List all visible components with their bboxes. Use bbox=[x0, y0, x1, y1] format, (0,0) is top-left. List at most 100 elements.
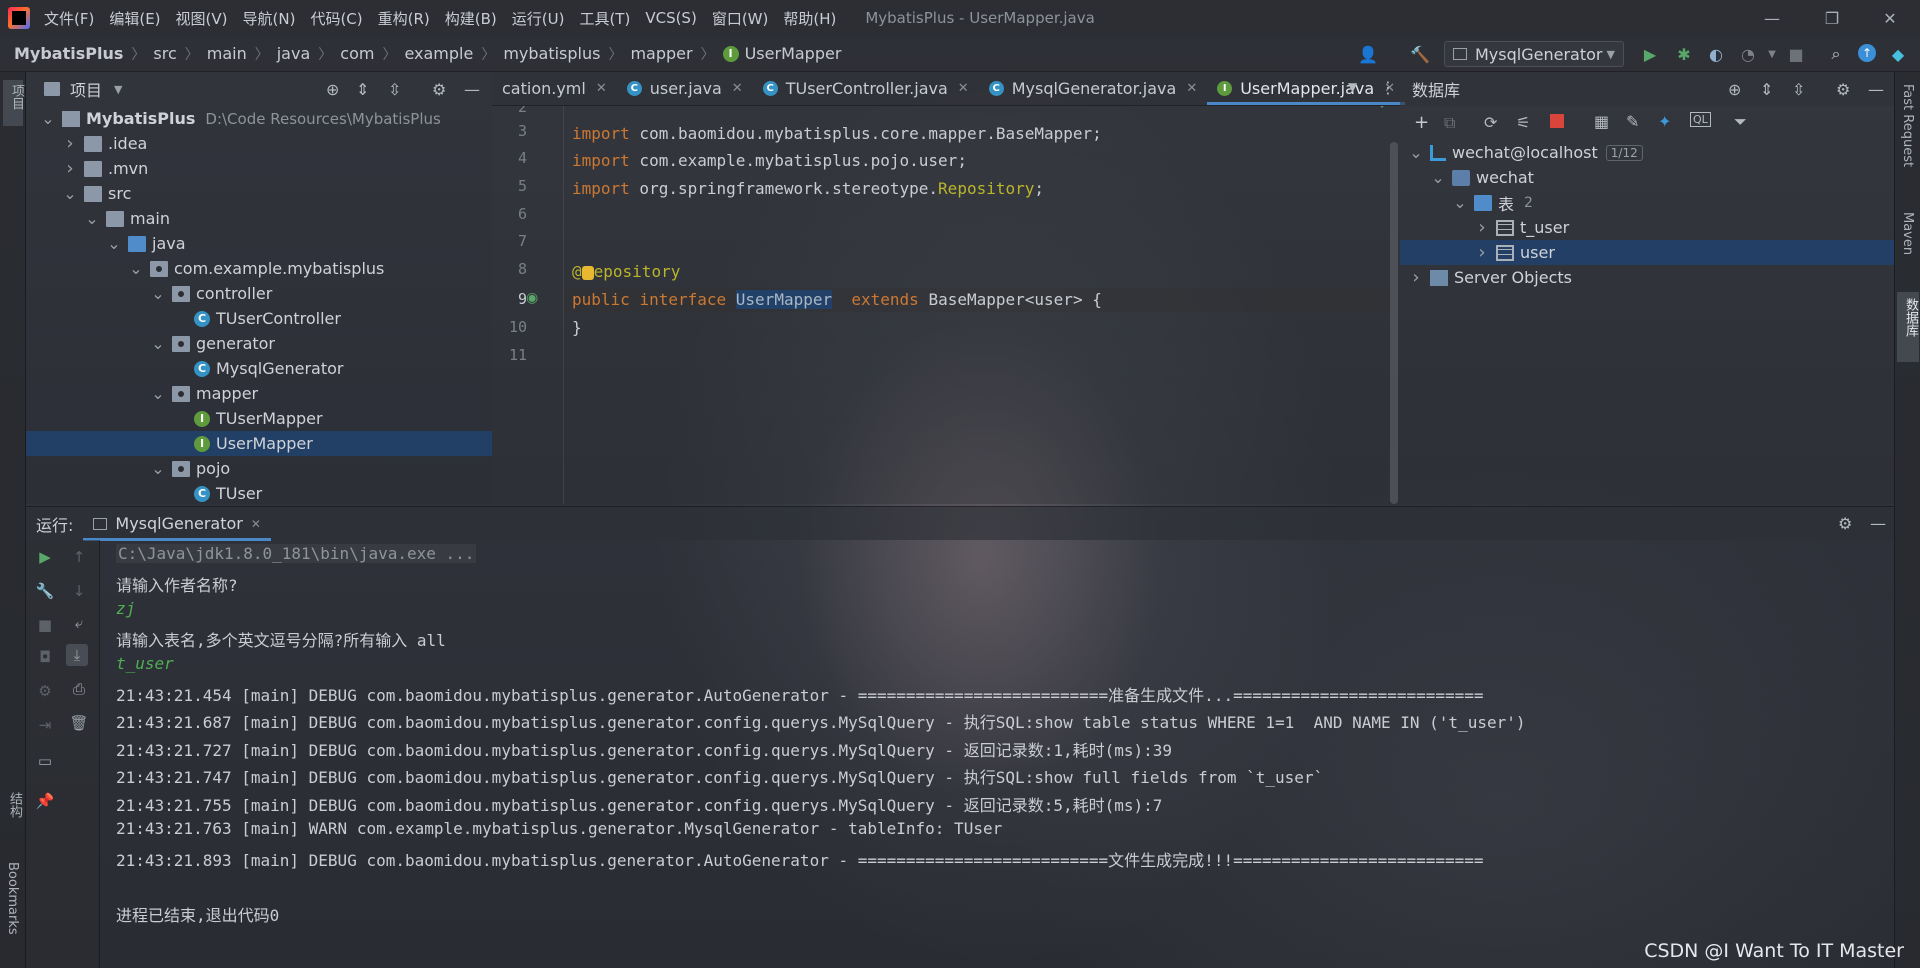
table-icon[interactable]: ▦ bbox=[1594, 112, 1609, 131]
close-icon[interactable]: ✕ bbox=[1186, 81, 1197, 96]
user-account-icon[interactable]: 👤 bbox=[1358, 44, 1378, 64]
chevron-right-icon[interactable]: › bbox=[62, 133, 78, 154]
database-tool-button[interactable]: 数据库 bbox=[1897, 292, 1919, 362]
tree-item[interactable]: ⌄ generator bbox=[26, 331, 492, 356]
tree-item[interactable]: ⌄ MybatisPlus D:\Code Resources\MybatisPlu… bbox=[26, 106, 492, 131]
stop-icon[interactable]: ■ bbox=[1786, 44, 1806, 64]
profile-icon[interactable]: ◔ bbox=[1738, 44, 1758, 64]
tab-tusercontroller-java[interactable]: C TUserController.java ✕ bbox=[753, 71, 979, 105]
tab-usermapper-java[interactable]: I UserMapper.java ✕ bbox=[1207, 71, 1405, 105]
db-tree-item[interactable]: ⌄ 表 2 bbox=[1400, 190, 1894, 215]
gear-icon[interactable]: ⚙ bbox=[432, 80, 446, 99]
print-icon[interactable]: ⎙ bbox=[68, 678, 90, 700]
chevron-right-icon[interactable]: › bbox=[1474, 217, 1490, 238]
no-problems-check-icon[interactable]: ✓ bbox=[1378, 106, 1391, 113]
locate-icon[interactable]: ⊕ bbox=[1728, 80, 1741, 99]
pin-icon[interactable]: 📌 bbox=[34, 790, 56, 812]
menu-file[interactable]: 文件(F) bbox=[44, 8, 94, 29]
tree-item[interactable]: I UserMapper bbox=[26, 431, 492, 456]
scroll-down-icon[interactable]: ↓ bbox=[68, 580, 90, 602]
run-configuration-select[interactable]: MysqlGenerator ▼ bbox=[1444, 41, 1624, 67]
breadcrumb-java[interactable]: java bbox=[277, 44, 311, 63]
menu-tools[interactable]: 工具(T) bbox=[579, 8, 630, 29]
menu-edit[interactable]: 编辑(E) bbox=[109, 8, 160, 29]
code-editor[interactable]: 2 3 4 5 6 7 8 9 10 11 ◉ import com.baomi… bbox=[492, 106, 1400, 504]
tree-item[interactable]: ⌄ mapper bbox=[26, 381, 492, 406]
tree-item[interactable]: C TUserController bbox=[26, 306, 492, 331]
chevron-down-icon[interactable]: ▼ bbox=[114, 83, 122, 96]
db-tree-item[interactable]: › user bbox=[1400, 240, 1894, 265]
toolbox-icon[interactable]: ◆ bbox=[1888, 44, 1908, 64]
db-tree-item[interactable]: ⌄ wechat@localhost 1/12 bbox=[1400, 140, 1894, 165]
exit-icon[interactable]: ⇥ bbox=[34, 714, 56, 736]
refresh-icon[interactable]: ⟳ bbox=[1484, 113, 1497, 132]
menu-code[interactable]: 代码(C) bbox=[310, 8, 362, 29]
hide-icon[interactable]: — bbox=[1868, 80, 1884, 99]
breadcrumb-mybatisplus[interactable]: mybatisplus bbox=[503, 44, 600, 63]
chevron-down-icon[interactable]: ⌄ bbox=[128, 259, 144, 278]
breadcrumb-com[interactable]: com bbox=[340, 44, 374, 63]
chevron-right-icon[interactable]: › bbox=[62, 158, 78, 179]
close-icon[interactable]: ✕ bbox=[251, 517, 261, 531]
structure-tool-label[interactable]: 结构 bbox=[5, 792, 24, 818]
schema-icon[interactable]: ⚟ bbox=[1516, 113, 1530, 132]
breadcrumb-main[interactable]: main bbox=[207, 44, 247, 63]
close-button[interactable]: ✕ bbox=[1862, 0, 1918, 36]
camera-icon[interactable]: ◘ bbox=[34, 646, 56, 668]
tree-item[interactable]: ⌄ java bbox=[26, 231, 492, 256]
menu-vcs[interactable]: VCS(S) bbox=[645, 9, 696, 27]
tab-user-java[interactable]: Cuser.java ✕ bbox=[617, 71, 753, 105]
project-panel-title[interactable]: 项目 bbox=[70, 77, 102, 101]
rerun-icon[interactable]: ▶ bbox=[34, 546, 56, 568]
copy-icon[interactable]: ⧉ bbox=[1444, 113, 1455, 133]
implementations-gutter-icon[interactable]: ◉ bbox=[526, 290, 538, 306]
breadcrumb-usermapper[interactable]: UserMapper bbox=[745, 44, 842, 63]
db-tree-item[interactable]: › Server Objects bbox=[1400, 265, 1894, 290]
soft-wrap-icon[interactable]: ⤶ bbox=[68, 612, 90, 634]
tree-item[interactable]: ⌄ pojo bbox=[26, 456, 492, 481]
chevron-down-icon[interactable]: ⌄ bbox=[150, 284, 166, 303]
chevron-down-icon[interactable]: ⌄ bbox=[1452, 193, 1468, 212]
breadcrumb-src[interactable]: src bbox=[153, 44, 176, 63]
tree-item[interactable]: ⌄ controller bbox=[26, 281, 492, 306]
chevron-down-icon[interactable]: ⌄ bbox=[1408, 143, 1424, 162]
settings-icon[interactable]: ⚙ bbox=[34, 680, 56, 702]
chevron-right-icon[interactable]: › bbox=[1408, 267, 1424, 288]
scroll-up-icon[interactable]: ↑ bbox=[68, 546, 90, 568]
filter-icon[interactable]: ⏷ bbox=[1734, 112, 1747, 132]
menu-refactor[interactable]: 重构(R) bbox=[378, 8, 430, 29]
more-run-chevron-icon[interactable]: ▼ bbox=[1762, 44, 1782, 64]
db-tree-item[interactable]: › t_user bbox=[1400, 215, 1894, 240]
restore-button[interactable]: ❐ bbox=[1804, 0, 1860, 36]
project-tool-button[interactable]: 项目 bbox=[3, 80, 24, 126]
expand-all-icon[interactable]: ⇕ bbox=[1760, 80, 1773, 99]
jump-icon[interactable]: ✦ bbox=[1658, 112, 1671, 131]
search-icon[interactable]: ⌕ bbox=[1826, 44, 1846, 64]
run-tab-mysqlgenerator[interactable]: MysqlGenerator ✕ bbox=[83, 507, 271, 541]
tab-list-chevron-icon[interactable]: ▼ bbox=[1348, 80, 1357, 94]
bookmarks-tool-label[interactable]: Bookmarks bbox=[5, 862, 20, 935]
trash-icon[interactable]: 🗑 bbox=[68, 712, 90, 734]
fast-request-tool-label[interactable]: Fast Request bbox=[1900, 84, 1915, 167]
chevron-down-icon[interactable]: ⌄ bbox=[1430, 168, 1446, 187]
editor-scrollbar[interactable] bbox=[1390, 142, 1398, 504]
menu-help[interactable]: 帮助(H) bbox=[783, 8, 836, 29]
stop-icon[interactable] bbox=[1550, 114, 1564, 128]
tree-item[interactable]: ⌄ com.example.mybatisplus bbox=[26, 256, 492, 281]
tree-item[interactable]: ⌄ main bbox=[26, 206, 492, 231]
menu-run[interactable]: 运行(U) bbox=[512, 8, 565, 29]
run-icon[interactable]: ▶ bbox=[1640, 44, 1660, 64]
wrench-icon[interactable]: 🔧 bbox=[34, 580, 56, 602]
breadcrumb-mapper[interactable]: mapper bbox=[630, 44, 692, 63]
tab-mysqlgenerator-java[interactable]: C MysqlGenerator.java ✕ bbox=[979, 71, 1208, 105]
chevron-down-icon[interactable]: ⌄ bbox=[150, 334, 166, 353]
menu-build[interactable]: 构建(B) bbox=[445, 8, 497, 29]
chevron-down-icon[interactable]: ⌄ bbox=[40, 109, 56, 128]
layout-icon[interactable]: ▭ bbox=[34, 750, 56, 772]
intention-bulb-icon[interactable] bbox=[581, 265, 594, 280]
collapse-all-icon[interactable]: ⇳ bbox=[388, 80, 401, 99]
breadcrumb-example[interactable]: example bbox=[404, 44, 473, 63]
collapse-all-icon[interactable]: ⇳ bbox=[1792, 80, 1805, 99]
build-hammer-icon[interactable]: 🔨 bbox=[1410, 44, 1430, 64]
close-icon[interactable]: ✕ bbox=[596, 81, 607, 96]
